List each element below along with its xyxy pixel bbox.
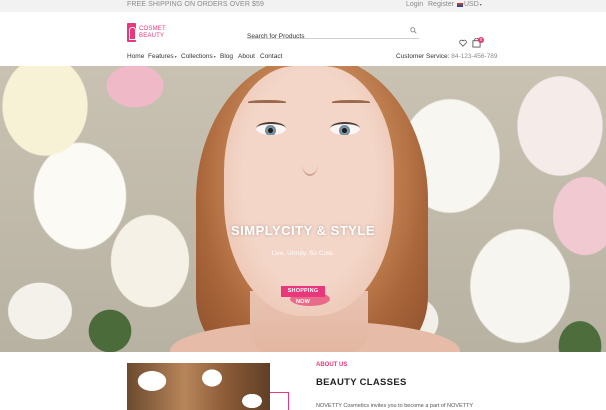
currency-selector[interactable]: USD ▾ [457, 1, 482, 8]
customer-service-phone[interactable]: 84-123-456-789 [451, 53, 497, 60]
nav-item-label: Features [148, 53, 174, 60]
chevron-down-icon: ▾ [213, 54, 216, 59]
shipping-promo: FREE SHIPPING ON ORDERS OVER $59 [127, 1, 265, 8]
nav-item-label: Home [127, 53, 145, 60]
currency-label: USD [464, 1, 479, 8]
site-header: COSMET BEAUTY 0 [0, 12, 606, 52]
hero-model-eye-right [330, 122, 360, 135]
nav-item-label: Collections [181, 53, 213, 60]
hero-slider: SIMPLYCITY & STYLE Live. Unruly. So Cute… [0, 66, 606, 352]
main-nav: Home Features ▾ Collections ▾ Blog About… [0, 52, 606, 65]
hero-model-brow-left [248, 100, 286, 104]
nav-item-home[interactable]: Home [127, 53, 144, 60]
about-section: ABOUT US BEAUTY CLASSES NOVETTY Cosmetic… [0, 352, 606, 410]
logo-mark-icon [127, 23, 136, 42]
nav-item-label: Blog [220, 53, 234, 60]
wishlist-heart-icon[interactable] [459, 39, 467, 47]
nav-item-blog[interactable]: Blog [220, 53, 233, 60]
customer-service: Customer Service: 84-123-456-789 [396, 53, 498, 60]
register-link[interactable]: Register [428, 1, 454, 8]
search-icon[interactable] [410, 27, 417, 34]
decorative-frame [270, 392, 289, 410]
search-bar [247, 25, 419, 43]
nav-item-label: About [238, 53, 255, 60]
about-title: BEAUTY CLASSES [316, 377, 407, 388]
chevron-down-icon: ▾ [479, 2, 482, 7]
nav-item-about[interactable]: About [238, 53, 255, 60]
site-logo[interactable]: COSMET BEAUTY [127, 23, 166, 42]
chevron-down-icon: ▾ [174, 54, 177, 59]
nav-item-label: Contact [260, 53, 283, 60]
login-link[interactable]: Login [406, 1, 423, 8]
cart-count-badge: 0 [478, 37, 484, 43]
search-input[interactable] [247, 30, 397, 43]
nav-item-contact[interactable]: Contact [260, 53, 282, 60]
shopping-now-button[interactable]: SHOPPING NOW [281, 286, 325, 305]
hero-model-nose [302, 152, 318, 176]
hero-title: SIMPLYCITY & STYLE [230, 223, 376, 238]
about-text: NOVETTY Cosmetics invites you to become … [316, 403, 474, 409]
us-flag-icon [457, 2, 463, 7]
top-bar: FREE SHIPPING ON ORDERS OVER $59 Login R… [0, 0, 606, 12]
about-label: ABOUT US [316, 362, 348, 368]
hero-model-brow-right [332, 100, 370, 104]
logo-text-line1: COSMET [139, 25, 166, 32]
nav-item-collections[interactable]: Collections ▾ [181, 53, 216, 60]
logo-text-line2: BEAUTY [139, 32, 165, 39]
customer-service-label: Customer Service: [396, 53, 450, 60]
hero-model-eye-left [256, 122, 286, 135]
nav-item-features[interactable]: Features ▾ [148, 53, 177, 60]
hero-subtitle: Live. Unruly. So Cute. [271, 250, 335, 257]
about-image [127, 363, 270, 410]
